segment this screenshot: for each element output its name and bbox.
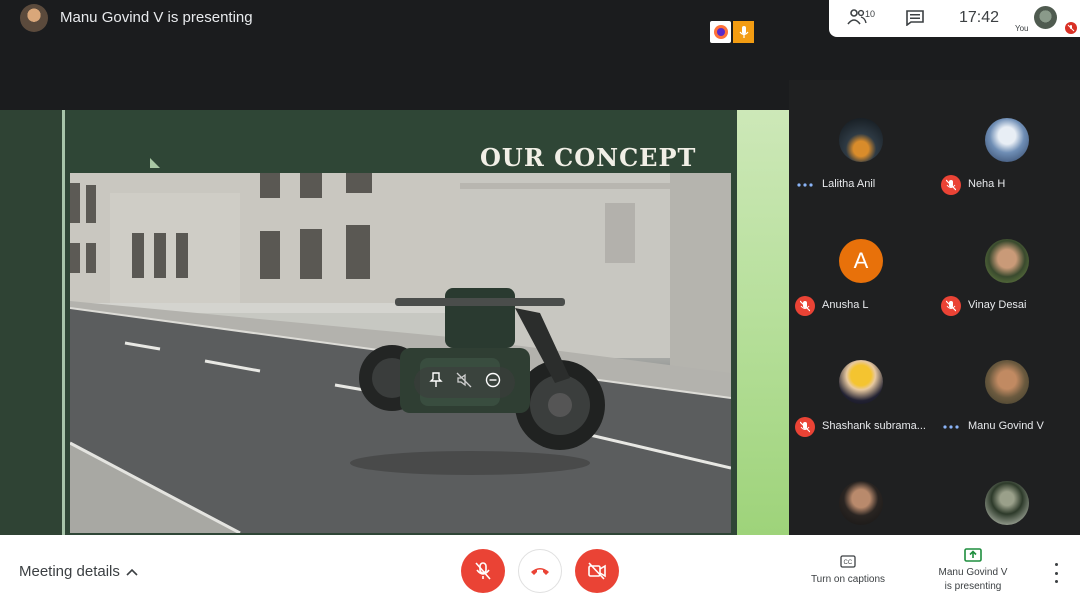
meeting-details-button[interactable]: Meeting details <box>19 563 138 580</box>
people-icon <box>847 9 867 25</box>
participant-avatar <box>839 481 883 525</box>
participant-name: Neha H <box>968 178 1006 190</box>
svg-text:CC: CC <box>844 560 853 566</box>
mic-off-icon <box>800 300 810 312</box>
tile-options-bar <box>414 367 515 398</box>
participant-name: Anusha L <box>822 299 869 311</box>
participant-tile[interactable] <box>935 443 1080 535</box>
self-label: You <box>1015 24 1029 33</box>
more-dots-icon <box>943 425 959 429</box>
participant-avatar <box>985 239 1029 283</box>
participant-avatar <box>985 481 1029 525</box>
participant-tile[interactable]: Shashank subrama... <box>789 322 934 443</box>
muted-indicator <box>795 296 815 316</box>
camera-toggle-button[interactable] <box>575 549 619 593</box>
people-count: 10 <box>865 9 876 19</box>
chat-icon <box>906 10 924 26</box>
slide-title: OUR CONCEPT <box>480 143 697 172</box>
participant-avatar <box>839 360 883 404</box>
camera-off-icon <box>588 562 606 580</box>
more-dots-icon <box>797 183 813 187</box>
mute-tile-icon[interactable] <box>456 372 472 393</box>
participant-name: Lalitha Anil <box>822 178 876 190</box>
microphone-icon[interactable] <box>733 21 754 43</box>
system-indicators <box>710 21 754 43</box>
meeting-details-label: Meeting details <box>19 563 120 580</box>
participant-avatar: A <box>839 239 883 283</box>
clock: 17:42 <box>959 9 1000 26</box>
present-screen-icon <box>964 548 982 562</box>
motorcycle-render-image <box>70 173 731 533</box>
muted-indicator <box>941 296 961 316</box>
presentation-view: OUR CONCEPT <box>0 110 789 535</box>
participant-avatar <box>839 118 883 162</box>
more-vert-icon <box>1054 563 1058 566</box>
muted-indicator <box>795 417 815 437</box>
self-avatar[interactable] <box>1034 6 1057 29</box>
captions-label: Turn on captions <box>810 574 886 585</box>
people-button[interactable] <box>847 8 867 26</box>
mic-off-icon <box>946 300 956 312</box>
captions-button[interactable]: CC Turn on captions <box>800 555 896 585</box>
captions-icon: CC <box>840 555 856 568</box>
mic-off-icon <box>1067 24 1075 32</box>
slide-decoration <box>150 158 160 168</box>
pin-icon[interactable] <box>428 372 443 393</box>
participant-tile[interactable]: Vinay Desai <box>935 201 1080 322</box>
firefox-icon[interactable] <box>710 21 731 43</box>
presenter-avatar <box>20 4 48 32</box>
participant-grid: Lalitha Anil Neha H A Anusha L Vinay Des… <box>789 80 1080 535</box>
slide-right-strip <box>737 110 789 535</box>
participant-tile[interactable]: Lalitha Anil <box>789 80 934 201</box>
participant-tile[interactable]: A Anusha L <box>789 201 934 322</box>
participant-name: Shashank subrama... <box>822 420 926 432</box>
presenting-status: Manu Govind V is presenting <box>60 9 253 26</box>
mic-off-icon <box>800 421 810 433</box>
self-muted-badge <box>1065 22 1077 34</box>
presenting-button[interactable]: Manu Govind V is presenting <box>928 548 1018 594</box>
chat-button[interactable] <box>906 10 924 26</box>
hang-up-icon <box>531 568 549 575</box>
participant-tile[interactable]: Manu Govind V <box>935 322 1080 443</box>
mic-off-icon <box>946 179 956 191</box>
more-options-button[interactable] <box>1050 563 1062 583</box>
muted-indicator <box>941 175 961 195</box>
top-right-toolbar: 10 17:42 You <box>829 0 1080 37</box>
speaking-indicator <box>795 175 815 195</box>
mic-off-icon <box>475 562 491 580</box>
leave-call-button[interactable] <box>518 549 562 593</box>
participant-avatar <box>985 360 1029 404</box>
presenting-name: Manu Govind V <box>938 567 1008 578</box>
slide-left-strip <box>0 110 62 535</box>
participant-name: Manu Govind V <box>968 420 1044 432</box>
participant-tile[interactable] <box>789 443 934 535</box>
microphone-toggle-button[interactable] <box>461 549 505 593</box>
participant-tile[interactable]: Neha H <box>935 80 1080 201</box>
participant-avatar <box>985 118 1029 162</box>
bottom-control-bar: Meeting details CC Turn on captions Manu… <box>0 535 1080 606</box>
remove-icon[interactable] <box>485 372 501 393</box>
presenting-status-label: is presenting <box>944 581 1002 592</box>
chevron-up-icon <box>126 568 138 576</box>
participant-name: Vinay Desai <box>968 299 1027 311</box>
speaking-indicator <box>941 417 961 437</box>
